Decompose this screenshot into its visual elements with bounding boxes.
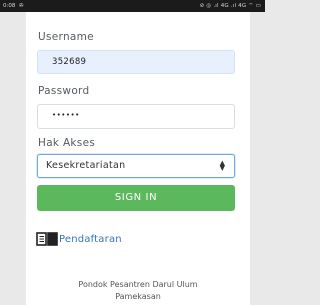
username-value: 352689 xyxy=(52,57,87,67)
register-link[interactable]: Pendaftaran xyxy=(36,230,122,248)
password-label: Password xyxy=(38,85,90,97)
access-select[interactable]: Kesekretariatan ▲ ▼ xyxy=(37,154,235,178)
footer: Pondok Pesantren Darul Ulum Pamekasan xyxy=(26,279,250,303)
book-icon xyxy=(36,232,58,246)
status-bar: 0:08 ✇ ⊘ ◎ .ıl 4G .ıl 4G ⌔ ▭ xyxy=(0,0,265,12)
status-time-group: 0:08 ✇ xyxy=(3,0,23,12)
username-field[interactable]: 352689 xyxy=(37,50,235,74)
footer-line-1: Pondok Pesantren Darul Ulum xyxy=(78,280,198,289)
select-caret-icon: ▲ ▼ xyxy=(219,159,225,172)
status-time: 0:08 xyxy=(3,3,16,9)
username-label: Username xyxy=(38,31,94,43)
password-field[interactable]: •••••• xyxy=(37,104,235,129)
access-label: Hak Akses xyxy=(38,137,96,149)
footer-line-2: Pamekasan xyxy=(115,292,161,301)
login-card: Username 352689 Password •••••• Hak Akse… xyxy=(26,12,250,305)
access-selected-value: Kesekretariatan xyxy=(46,160,126,171)
status-icons: ⊘ ◎ .ıl 4G .ıl 4G ⌔ ▭ xyxy=(199,3,261,9)
sign-in-button[interactable]: SIGN IN xyxy=(37,185,235,211)
register-label: Pendaftaran xyxy=(59,233,122,245)
notification-icon: ✇ xyxy=(17,3,24,9)
password-value: •••••• xyxy=(52,111,80,119)
